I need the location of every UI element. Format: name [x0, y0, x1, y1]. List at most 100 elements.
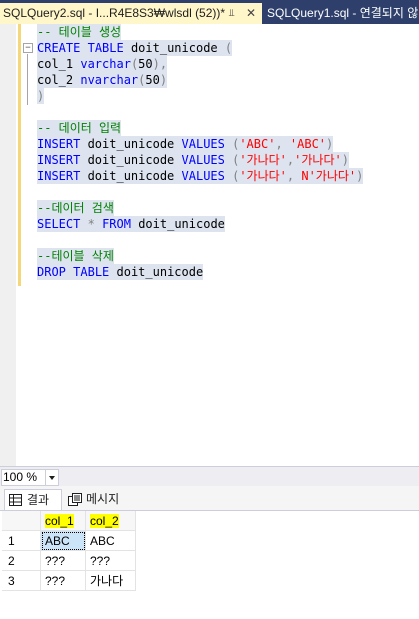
code-token: doit_unicode	[80, 153, 182, 167]
grid-cell[interactable]: ???	[86, 551, 136, 571]
grid-cell[interactable]: ???	[41, 551, 86, 571]
tab-results[interactable]: 결과	[4, 489, 62, 510]
code-token: VALUES	[181, 153, 225, 167]
zoom-select[interactable]: 100 %	[1, 469, 59, 486]
code-token: SELECT	[37, 217, 81, 231]
tab-results-label: 결과	[27, 493, 50, 507]
code-line[interactable]: --데이터 검색	[37, 200, 114, 216]
code-token: INSERT	[37, 169, 81, 183]
code-token: nvarchar	[80, 73, 139, 87]
tab-messages-label: 메시지	[86, 492, 120, 506]
code-token: ,	[286, 169, 302, 183]
code-token: TABLE	[73, 265, 110, 279]
code-token: (	[224, 41, 233, 55]
code-token: col_1	[37, 57, 81, 71]
document-tab-strip: SQLQuery2.sql - I...R4E8S3₩wlsdl (52))* …	[0, 0, 419, 24]
messages-icon	[68, 493, 82, 506]
editor-status-bar: 100 %	[0, 466, 419, 487]
grid-cell[interactable]: ABC	[86, 531, 136, 551]
close-icon[interactable]: ✕	[246, 3, 256, 24]
code-token: '가나다'	[239, 153, 287, 167]
pin-icon[interactable]: ⫫	[229, 3, 235, 24]
grid-icon	[9, 494, 22, 506]
grid-corner[interactable]	[2, 511, 41, 531]
code-token: ,	[275, 137, 290, 151]
code-token: )	[356, 169, 364, 183]
row-number[interactable]: 3	[2, 571, 41, 591]
outline-guide	[27, 54, 28, 105]
code-line[interactable]: INSERT doit_unicode VALUES ('가나다', N'가나다…	[37, 168, 364, 184]
code-token: )	[341, 153, 349, 167]
code-token: -- 데이터 입력	[37, 121, 122, 135]
code-token: 'ABC'	[289, 137, 327, 151]
code-token: doit_unicode	[109, 265, 204, 279]
row-number[interactable]: 1	[2, 531, 41, 551]
code-token: INSERT	[37, 137, 81, 151]
code-token: VALUES	[181, 137, 225, 151]
code-token: 50	[145, 73, 160, 87]
tab-sqlquery2[interactable]: SQLQuery2.sql - I...R4E8S3₩wlsdl (52))* …	[0, 3, 262, 24]
grid-cell[interactable]: 가나다	[86, 571, 136, 591]
code-token: --테이블 삭제	[37, 249, 114, 263]
code-token: DROP	[37, 265, 66, 279]
code-token: )	[37, 89, 45, 103]
code-token: )	[326, 137, 334, 151]
code-token: CREATE	[37, 41, 81, 55]
row-number[interactable]: 2	[2, 551, 41, 571]
tab-messages[interactable]: 메시지	[64, 489, 130, 509]
code-token: doit_unicode	[130, 217, 225, 231]
code-token: varchar	[80, 57, 131, 71]
code-token: *	[87, 217, 95, 231]
code-token: N'가나다'	[301, 169, 357, 183]
zoom-dropdown-button[interactable]	[45, 470, 58, 485]
code-token: ),	[152, 57, 168, 71]
code-line[interactable]: -- 데이터 입력	[37, 120, 122, 136]
code-token: (	[224, 153, 240, 167]
grid-cell[interactable]: ???	[41, 571, 86, 591]
tab-label: SQLQuery1.sql - 연결되지 않	[267, 6, 419, 20]
code-token: (	[224, 169, 240, 183]
code-line[interactable]: col_2 nvarchar(50)	[37, 72, 168, 88]
code-token: TABLE	[87, 41, 124, 55]
code-line[interactable]: SELECT * FROM doit_unicode	[37, 216, 225, 232]
column-header-col-2[interactable]: col_2	[86, 511, 136, 531]
chevron-down-icon	[49, 476, 55, 480]
column-header-label: col_1	[45, 514, 74, 528]
code-token: INSERT	[37, 153, 81, 167]
code-token: )	[159, 73, 168, 87]
code-token: FROM	[102, 217, 131, 231]
query-editor[interactable]: − -- 테이블 생성 CREATE TABLE doit_unicode (co…	[0, 24, 419, 466]
code-token: doit_unicode	[80, 137, 182, 151]
column-header-label: col_2	[90, 514, 119, 528]
code-token: 50	[138, 57, 153, 71]
code-line[interactable]: INSERT doit_unicode VALUES ('가나다','가나다')	[37, 152, 349, 168]
tab-label: SQLQuery2.sql - I...R4E8S3₩wlsdl (52))*	[3, 6, 226, 20]
code-line[interactable]: INSERT doit_unicode VALUES ('ABC', 'ABC'…	[37, 136, 334, 152]
tab-sqlquery1[interactable]: SQLQuery1.sql - 연결되지 않	[265, 3, 419, 24]
code-line[interactable]: col_1 varchar(50),	[37, 56, 168, 72]
indicator-margin	[0, 24, 16, 466]
code-token: (	[224, 137, 240, 151]
code-token: col_2	[37, 73, 81, 87]
code-line[interactable]: CREATE TABLE doit_unicode (	[37, 40, 233, 56]
code-token: -- 테이블 생성	[37, 25, 122, 39]
code-line[interactable]: DROP TABLE doit_unicode	[37, 264, 204, 280]
code-token: '가나다'	[294, 153, 342, 167]
collapse-icon[interactable]: −	[23, 43, 33, 53]
code-token: --데이터 검색	[37, 201, 114, 215]
code-token: doit_unicode	[80, 169, 182, 183]
change-tracking-bar	[18, 24, 21, 286]
code-token: '가나다'	[239, 169, 287, 183]
grid-cell-selected[interactable]: ABC	[41, 531, 86, 551]
column-header-col-1[interactable]: col_1	[41, 511, 86, 531]
code-token: VALUES	[181, 169, 225, 183]
code-token: 'ABC'	[239, 137, 276, 151]
code-token: doit_unicode	[123, 41, 225, 55]
code-line[interactable]: --테이블 삭제	[37, 248, 114, 264]
code-line[interactable]: )	[37, 88, 45, 104]
code-line[interactable]: -- 테이블 생성	[37, 24, 122, 40]
results-grid[interactable]: col_1 col_2 1 ABC ABC 2 ??? ??? 3 ??? 가나…	[0, 511, 419, 619]
